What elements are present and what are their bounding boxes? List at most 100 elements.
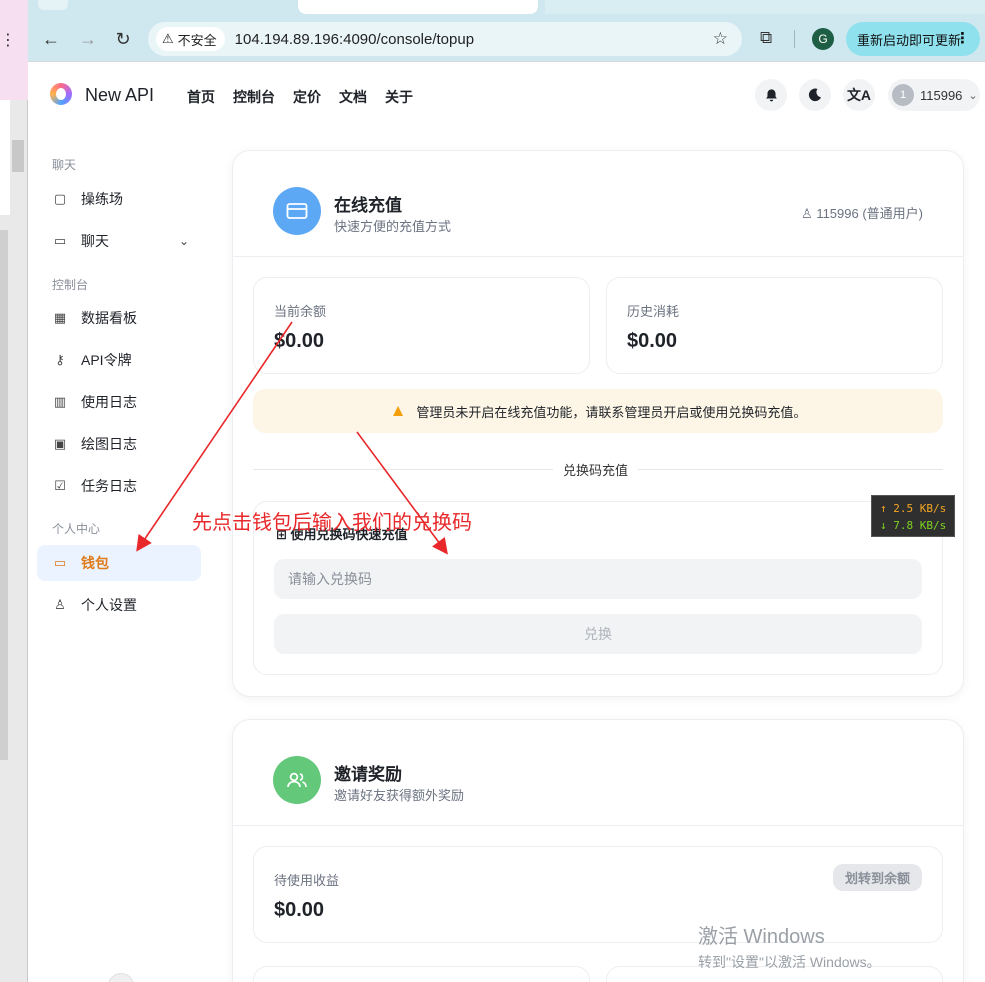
topup-card-header: 在线充值 快速方便的充值方式 ♙ 115996 (普通用户) (233, 151, 963, 257)
topup-disabled-notice: ▲ 管理员未开启在线充值功能，请联系管理员开启或使用兑换码充值。 (253, 389, 943, 433)
history-label: 历史消耗 (627, 304, 680, 319)
profile-avatar[interactable]: G (812, 28, 834, 50)
brand-name[interactable]: New API (85, 85, 154, 106)
nav-home[interactable]: 首页 (187, 87, 215, 107)
sidebar-collapse-button[interactable] (108, 973, 134, 982)
logo-icon[interactable] (50, 83, 72, 105)
history-stat: 历史消耗 $0.00 (606, 277, 943, 374)
users-icon (273, 756, 321, 804)
pending-value: $0.00 (274, 899, 325, 921)
bookmark-star-icon[interactable]: ☆ (713, 29, 728, 49)
browser-toolbar: ← → ↻ ⚠ 不安全 104.194.89.196:4090/console/… (28, 16, 985, 62)
user-menu[interactable]: 1 115996 ⌄ (888, 79, 980, 111)
nav-pricing[interactable]: 定价 (293, 87, 321, 107)
nav-about[interactable]: 关于 (385, 87, 413, 107)
nav-docs[interactable]: 文档 (339, 87, 367, 107)
sidebar-item-label: 聊天 (81, 233, 109, 249)
nav-console[interactable]: 控制台 (233, 87, 275, 107)
sidebar-item-dashboard[interactable]: ▦ 数据看板 (37, 300, 201, 336)
browser-tab-active[interactable] (298, 0, 538, 14)
annotation-text: 先点击钱包后输入我们的兑换码 (192, 512, 472, 534)
background-window-strip (0, 0, 28, 100)
watermark-title: 激活 Windows (698, 926, 825, 948)
windows-activation-watermark: 激活 Windows 转到"设置"以激活 Windows。 (698, 920, 881, 972)
sidebar-item-label: 钱包 (81, 555, 109, 571)
sidebar-item-task-log[interactable]: ☑ 任务日志 (37, 468, 201, 504)
redeem-code-input[interactable] (274, 559, 922, 599)
background-menu-icon: ⋮ (0, 32, 16, 49)
browser-tab[interactable] (545, 0, 985, 14)
sidebar-item-wallet[interactable]: ▭ 钱包 (37, 545, 201, 581)
chevron-down-icon: ⌄ (968, 89, 978, 102)
balance-stat: 当前余额 $0.00 (253, 277, 590, 374)
main-content: 在线充值 快速方便的充值方式 ♙ 115996 (普通用户) 当前余额 $0.0… (218, 127, 985, 982)
redeem-button[interactable]: 兑换 (274, 614, 922, 654)
reload-icon[interactable]: ↻ (110, 26, 136, 52)
invite-subtitle: 邀请好友获得额外奖励 (334, 788, 465, 803)
update-label: 重新启动即可更新 (857, 32, 962, 48)
translate-icon[interactable]: 文A (843, 79, 875, 111)
current-user-label: ♙ 115996 (普通用户) (801, 203, 923, 222)
balance-value: $0.00 (274, 330, 325, 352)
topup-card: 在线充值 快速方便的充值方式 ♙ 115996 (普通用户) 当前余额 $0.0… (232, 150, 964, 697)
credit-card-icon (273, 187, 321, 235)
user-icon: ♙ (54, 597, 66, 612)
background-window-strip (0, 230, 8, 760)
pending-label: 待使用收益 (274, 873, 340, 888)
topup-subtitle: 快速方便的充值方式 (334, 219, 452, 234)
extensions-icon[interactable]: ⧉ (760, 28, 772, 48)
sidebar-item-label: 操练场 (81, 191, 123, 207)
chevron-down-icon[interactable]: ⌄ (179, 234, 189, 248)
security-chip[interactable]: ⚠ 不安全 (156, 27, 225, 51)
security-label: 不安全 (177, 32, 217, 48)
more-menu-icon[interactable]: ⋮ (955, 29, 970, 47)
chat-bubble-icon: ▭ (53, 233, 67, 248)
section-label-personal: 个人中心 (52, 522, 101, 536)
sidebar-item-usage-log[interactable]: ▥ 使用日志 (37, 384, 201, 420)
current-user-text: 115996 (普通用户) (816, 206, 923, 221)
user-icon: ♙ (801, 206, 813, 221)
user-name: 115996 (920, 87, 963, 103)
checkbox-icon: ☑ (54, 478, 66, 493)
url-text[interactable]: 104.194.89.196:4090/console/topup (235, 31, 474, 48)
notice-text: 管理员未开启在线充值功能，请联系管理员开启或使用兑换码充值。 (416, 404, 807, 420)
sidebar-item-drawing-log[interactable]: ▣ 绘图日志 (37, 426, 201, 462)
stat-card-partial (253, 966, 590, 982)
watermark-subtitle: 转到"设置"以激活 Windows。 (698, 954, 881, 970)
sidebar: 聊天 ▢ 操练场 ▭ 聊天 ⌄ 控制台 ▦ 数据看板 ⚷ API令牌 ▥ 使用日… (28, 127, 218, 982)
address-bar[interactable]: ⚠ 不安全 104.194.89.196:4090/console/topup … (148, 22, 742, 56)
sidebar-item-label: 任务日志 (81, 478, 137, 494)
top-nav: 首页 控制台 定价 文档 关于 (187, 87, 413, 107)
browser-tab[interactable] (38, 0, 68, 10)
sidebar-item-label: 数据看板 (81, 310, 137, 326)
back-icon[interactable]: ← (38, 26, 64, 52)
bell-icon[interactable] (755, 79, 787, 111)
balance-label: 当前余额 (274, 304, 327, 319)
grid-icon: ▦ (53, 310, 67, 325)
sidebar-item-label: 使用日志 (81, 394, 137, 410)
sidebar-item-api-token[interactable]: ⚷ API令牌 (37, 342, 201, 378)
image-icon: ▣ (53, 436, 67, 451)
wallet-icon: ▭ (53, 555, 67, 570)
forward-icon[interactable]: → (75, 26, 101, 52)
sidebar-item-playground[interactable]: ▢ 操练场 (37, 181, 201, 217)
sidebar-item-label: 绘图日志 (81, 436, 137, 452)
sidebar-item-label: 个人设置 (81, 597, 137, 613)
desktop-background: ⋮ (0, 0, 28, 982)
section-label-console: 控制台 (52, 278, 89, 292)
invite-title: 邀请奖励 (334, 765, 402, 784)
dark-mode-icon[interactable] (799, 79, 831, 111)
sidebar-item-settings[interactable]: ♙ 个人设置 (37, 587, 201, 623)
invite-card-header: 邀请奖励 邀请好友获得额外奖励 (233, 720, 963, 826)
toolbar-separator (794, 30, 795, 48)
history-value: $0.00 (627, 330, 678, 352)
terminal-icon: ▢ (53, 191, 67, 206)
update-button[interactable]: 重新启动即可更新 ⋮ (846, 22, 980, 56)
tab-strip (28, 0, 985, 16)
section-label-chat: 聊天 (52, 158, 77, 172)
sidebar-item-label: API令牌 (81, 352, 132, 368)
user-avatar: 1 (892, 84, 914, 106)
transfer-to-balance-button[interactable]: 划转到余额 (832, 864, 922, 891)
background-window-strip (0, 100, 10, 215)
sidebar-item-chat[interactable]: ▭ 聊天 ⌄ (37, 223, 201, 259)
